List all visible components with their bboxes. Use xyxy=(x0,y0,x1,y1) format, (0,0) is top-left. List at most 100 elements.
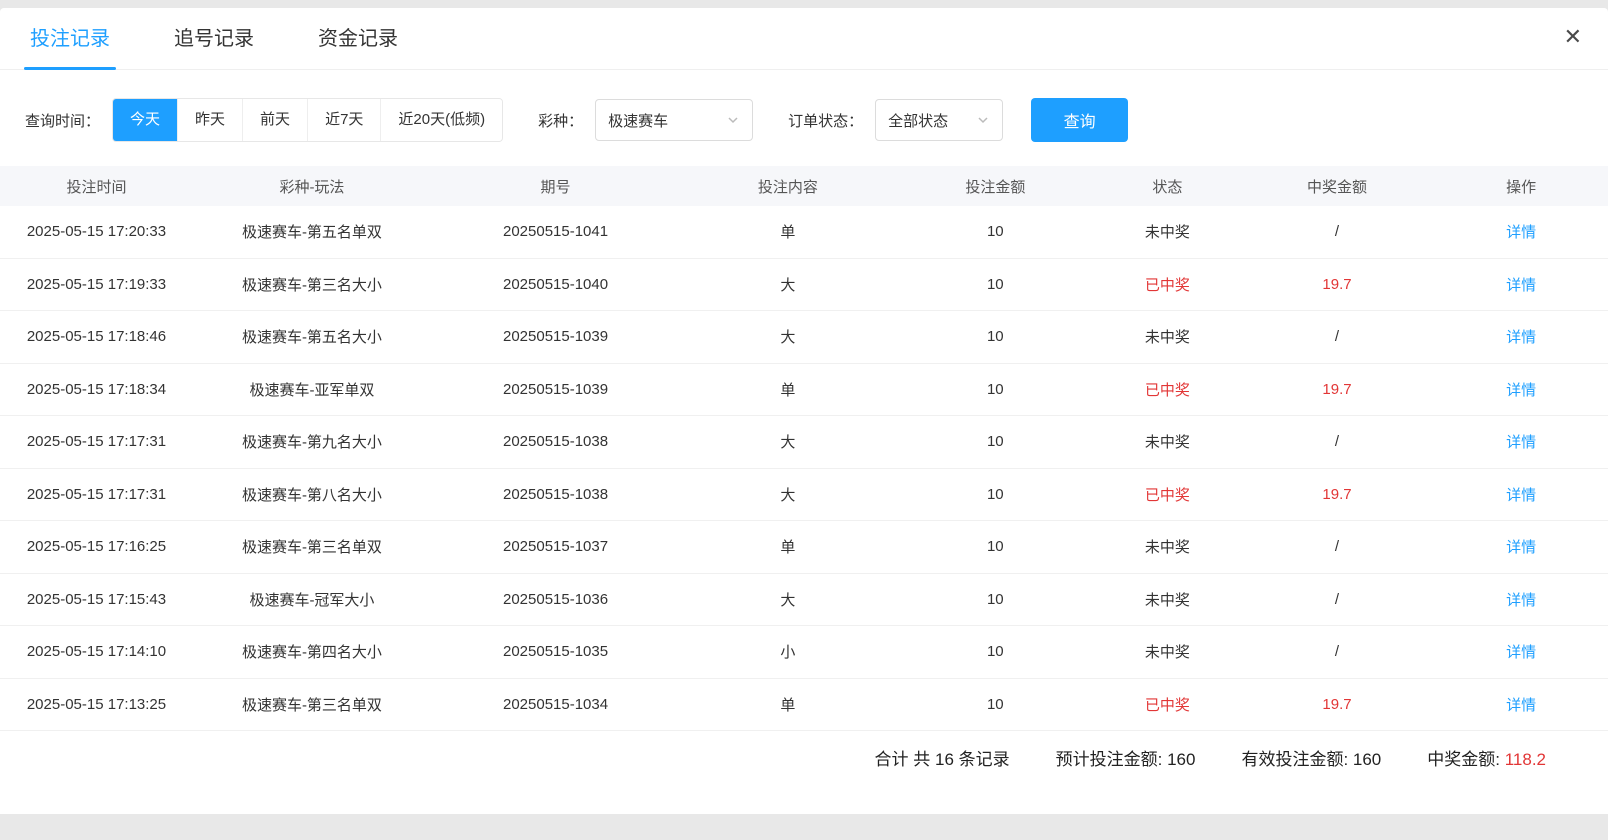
query-button[interactable]: 查询 xyxy=(1031,98,1128,142)
cell-issue: 20250515-1035 xyxy=(431,643,680,660)
cell-content: 单 xyxy=(680,694,895,715)
cell-play: 极速赛车-第四名大小 xyxy=(193,641,431,662)
cell-status: 未中奖 xyxy=(1095,221,1240,242)
cell-issue: 20250515-1041 xyxy=(431,223,680,240)
table-row: 2025-05-15 17:17:31 极速赛车-第八名大小 20250515-… xyxy=(0,469,1608,522)
cell-amount: 10 xyxy=(896,328,1095,345)
summary-bar: 合计 共 16 条记录 预计投注金额: 160 有效投注金额: 160 中奖金额… xyxy=(0,731,1608,783)
cell-amount: 10 xyxy=(896,696,1095,713)
summary-expected-amount: 预计投注金额: 160 xyxy=(1056,745,1196,770)
cell-play: 极速赛车-第五名大小 xyxy=(193,326,431,347)
lottery-type-select[interactable]: 极速赛车 xyxy=(595,99,753,141)
time-option-yesterday[interactable]: 昨天 xyxy=(177,99,242,141)
cell-time: 2025-05-15 17:13:25 xyxy=(0,696,193,713)
cell-time: 2025-05-15 17:20:33 xyxy=(0,223,193,240)
time-option-7days[interactable]: 近7天 xyxy=(307,99,380,141)
cell-issue: 20250515-1034 xyxy=(431,696,680,713)
cell-content: 小 xyxy=(680,641,895,662)
time-option-20days[interactable]: 近20天(低频) xyxy=(380,99,502,141)
order-status-select[interactable]: 全部状态 xyxy=(875,99,1003,141)
cell-issue: 20250515-1038 xyxy=(431,486,680,503)
cell-status: 已中奖 xyxy=(1095,379,1240,400)
query-time-label: 查询时间： xyxy=(25,110,100,131)
cell-time: 2025-05-15 17:19:33 xyxy=(0,276,193,293)
records-modal: 投注记录 追号记录 资金记录 ✕ 查询时间： 今天 昨天 前天 近7天 近20天… xyxy=(0,8,1608,814)
cell-issue: 20250515-1039 xyxy=(431,328,680,345)
cell-win: / xyxy=(1240,223,1435,240)
cell-time: 2025-05-15 17:17:31 xyxy=(0,486,193,503)
detail-link[interactable]: 详情 xyxy=(1434,221,1608,242)
col-header-status: 状态 xyxy=(1095,176,1240,197)
cell-content: 大 xyxy=(680,326,895,347)
cell-amount: 10 xyxy=(896,276,1095,293)
detail-link[interactable]: 详情 xyxy=(1434,641,1608,662)
cell-status: 未中奖 xyxy=(1095,589,1240,610)
detail-link[interactable]: 详情 xyxy=(1434,431,1608,452)
table-row: 2025-05-15 17:16:25 极速赛车-第三名单双 20250515-… xyxy=(0,521,1608,574)
table-row: 2025-05-15 17:19:33 极速赛车-第三名大小 20250515-… xyxy=(0,259,1608,312)
cell-win: 19.7 xyxy=(1240,486,1435,503)
cell-win: / xyxy=(1240,591,1435,608)
summary-valid-amount: 有效投注金额: 160 xyxy=(1241,745,1381,770)
cell-amount: 10 xyxy=(896,433,1095,450)
cell-win: / xyxy=(1240,538,1435,555)
detail-link[interactable]: 详情 xyxy=(1434,589,1608,610)
table-row: 2025-05-15 17:15:43 极速赛车-冠军大小 20250515-1… xyxy=(0,574,1608,627)
detail-link[interactable]: 详情 xyxy=(1434,694,1608,715)
cell-content: 单 xyxy=(680,536,895,557)
detail-link[interactable]: 详情 xyxy=(1434,484,1608,505)
cell-win: / xyxy=(1240,433,1435,450)
cell-content: 单 xyxy=(680,379,895,400)
table-row: 2025-05-15 17:18:46 极速赛车-第五名大小 20250515-… xyxy=(0,311,1608,364)
cell-status: 未中奖 xyxy=(1095,431,1240,452)
tab-bet-records[interactable]: 投注记录 xyxy=(30,8,110,70)
detail-link[interactable]: 详情 xyxy=(1434,274,1608,295)
cell-play: 极速赛车-冠军大小 xyxy=(193,589,431,610)
cell-time: 2025-05-15 17:18:34 xyxy=(0,381,193,398)
tab-bar: 投注记录 追号记录 资金记录 ✕ xyxy=(0,8,1608,70)
col-header-bet-time: 投注时间 xyxy=(0,176,193,197)
table-body: 2025-05-15 17:20:33 极速赛车-第五名单双 20250515-… xyxy=(0,206,1608,731)
tab-chase-records[interactable]: 追号记录 xyxy=(174,8,254,70)
cell-issue: 20250515-1039 xyxy=(431,381,680,398)
col-header-content: 投注内容 xyxy=(680,176,895,197)
cell-status: 已中奖 xyxy=(1095,484,1240,505)
summary-total-records: 合计 共 16 条记录 xyxy=(875,745,1010,770)
cell-content: 大 xyxy=(680,274,895,295)
time-option-today[interactable]: 今天 xyxy=(113,99,177,141)
cell-issue: 20250515-1038 xyxy=(431,433,680,450)
cell-content: 单 xyxy=(680,221,895,242)
cell-time: 2025-05-15 17:16:25 xyxy=(0,538,193,555)
cell-content: 大 xyxy=(680,484,895,505)
chevron-down-icon xyxy=(976,113,990,127)
cell-time: 2025-05-15 17:15:43 xyxy=(0,591,193,608)
order-status-label: 订单状态： xyxy=(788,110,863,131)
cell-status: 未中奖 xyxy=(1095,536,1240,557)
cell-time: 2025-05-15 17:14:10 xyxy=(0,643,193,660)
col-header-win-amount: 中奖金额 xyxy=(1240,176,1435,197)
detail-link[interactable]: 详情 xyxy=(1434,379,1608,400)
cell-amount: 10 xyxy=(896,486,1095,503)
lottery-type-value: 极速赛车 xyxy=(608,110,668,131)
cell-win: / xyxy=(1240,643,1435,660)
summary-win-label: 中奖金额: xyxy=(1427,750,1504,769)
cell-play: 极速赛车-第三名单双 xyxy=(193,694,431,715)
col-header-issue: 期号 xyxy=(431,176,680,197)
cell-issue: 20250515-1040 xyxy=(431,276,680,293)
cell-content: 大 xyxy=(680,431,895,452)
close-icon[interactable]: ✕ xyxy=(1564,26,1582,48)
detail-link[interactable]: 详情 xyxy=(1434,326,1608,347)
cell-win: / xyxy=(1240,328,1435,345)
cell-content: 大 xyxy=(680,589,895,610)
detail-link[interactable]: 详情 xyxy=(1434,536,1608,557)
cell-amount: 10 xyxy=(896,643,1095,660)
cell-time: 2025-05-15 17:18:46 xyxy=(0,328,193,345)
table-row: 2025-05-15 17:14:10 极速赛车-第四名大小 20250515-… xyxy=(0,626,1608,679)
cell-time: 2025-05-15 17:17:31 xyxy=(0,433,193,450)
time-option-day-before[interactable]: 前天 xyxy=(242,99,307,141)
tab-fund-records[interactable]: 资金记录 xyxy=(318,8,398,70)
lottery-type-label: 彩种： xyxy=(538,110,583,131)
col-header-action: 操作 xyxy=(1434,176,1608,197)
table-row: 2025-05-15 17:13:25 极速赛车-第三名单双 20250515-… xyxy=(0,679,1608,732)
cell-win: 19.7 xyxy=(1240,381,1435,398)
